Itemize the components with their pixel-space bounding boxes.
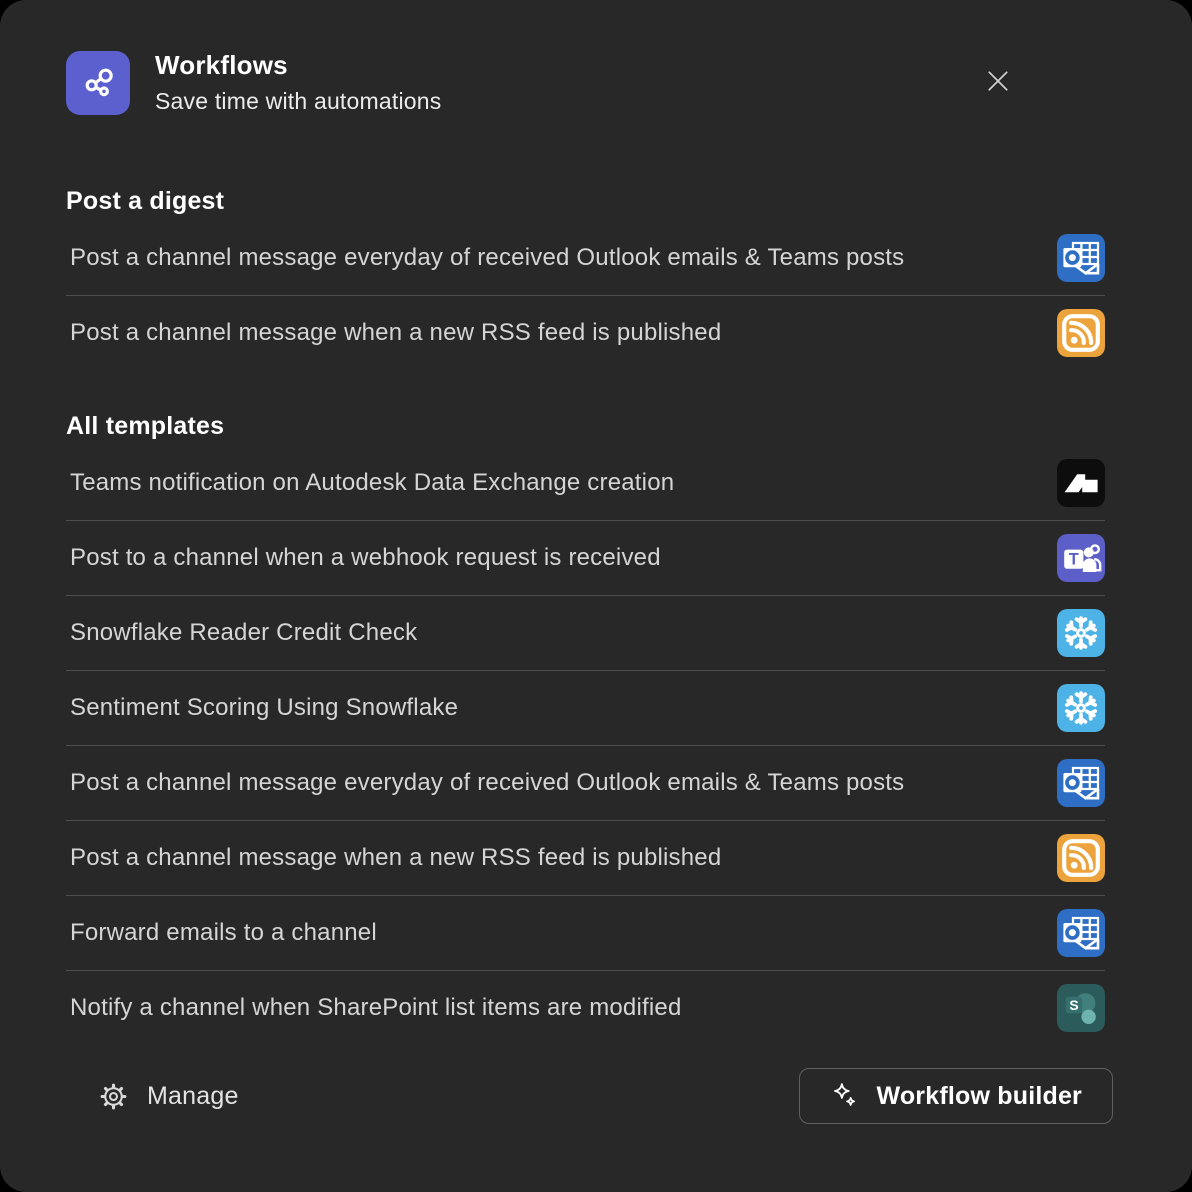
template-label: Snowflake Reader Credit Check (66, 619, 417, 647)
template-label: Post a channel message everyday of recei… (66, 244, 904, 272)
workflows-app-tile (66, 51, 130, 115)
template-row-autodesk[interactable]: Teams notification on Autodesk Data Exch… (66, 446, 1105, 521)
sharepoint-icon (1057, 984, 1105, 1032)
template-row-snowflake-credit[interactable]: Snowflake Reader Credit Check (66, 596, 1105, 671)
dialog-subtitle: Save time with automations (155, 88, 441, 115)
template-row-forward-emails[interactable]: Forward emails to a channel (66, 896, 1105, 971)
template-label: Post a channel message when a new RSS fe… (66, 319, 721, 347)
template-row-snowflake-sentiment[interactable]: Sentiment Scoring Using Snowflake (66, 671, 1105, 746)
workflows-share-icon (78, 63, 118, 103)
section-all-templates: All templates Teams notification on Auto… (66, 412, 1105, 1045)
template-row-webhook[interactable]: Post to a channel when a webhook request… (66, 521, 1105, 596)
outlook-icon (1057, 909, 1105, 957)
template-label: Sentiment Scoring Using Snowflake (66, 694, 458, 722)
rss-icon (1057, 309, 1105, 357)
close-button[interactable] (981, 64, 1015, 98)
manage-button[interactable]: Manage (98, 1081, 239, 1112)
template-row-digest-rss[interactable]: Post a channel message when a new RSS fe… (66, 296, 1105, 370)
section-heading: Post a digest (66, 187, 1105, 216)
teams-icon (1057, 534, 1105, 582)
template-label: Post to a channel when a webhook request… (66, 544, 661, 572)
section-heading: All templates (66, 412, 1105, 441)
dialog-header: Workflows Save time with automations (66, 50, 1105, 115)
workflow-builder-label: Workflow builder (876, 1082, 1082, 1111)
template-label: Notify a channel when SharePoint list it… (66, 994, 682, 1022)
snowflake-icon (1057, 684, 1105, 732)
dialog-footer: Manage Workflow builder (66, 1068, 1113, 1124)
rss-icon (1057, 834, 1105, 882)
template-label: Forward emails to a channel (66, 919, 377, 947)
template-row-outlook-digest[interactable]: Post a channel message everyday of recei… (66, 746, 1105, 821)
template-row-rss[interactable]: Post a channel message when a new RSS fe… (66, 821, 1105, 896)
section-post-a-digest: Post a digest Post a channel message eve… (66, 187, 1105, 370)
close-icon (983, 66, 1013, 96)
snowflake-icon (1057, 609, 1105, 657)
outlook-icon (1057, 759, 1105, 807)
template-label: Teams notification on Autodesk Data Exch… (66, 469, 674, 497)
workflows-dialog: Workflows Save time with automations Pos… (0, 0, 1192, 1192)
autodesk-icon (1057, 459, 1105, 507)
template-row-sharepoint[interactable]: Notify a channel when SharePoint list it… (66, 971, 1105, 1045)
outlook-icon (1057, 234, 1105, 282)
gear-icon (98, 1081, 129, 1112)
template-label: Post a channel message everyday of recei… (66, 769, 904, 797)
workflow-builder-button[interactable]: Workflow builder (799, 1068, 1113, 1124)
template-label: Post a channel message when a new RSS fe… (66, 844, 721, 872)
sparkle-icon (830, 1081, 860, 1111)
dialog-title: Workflows (155, 50, 441, 81)
template-row-digest-outlook[interactable]: Post a channel message everyday of recei… (66, 221, 1105, 296)
manage-label: Manage (147, 1082, 239, 1111)
